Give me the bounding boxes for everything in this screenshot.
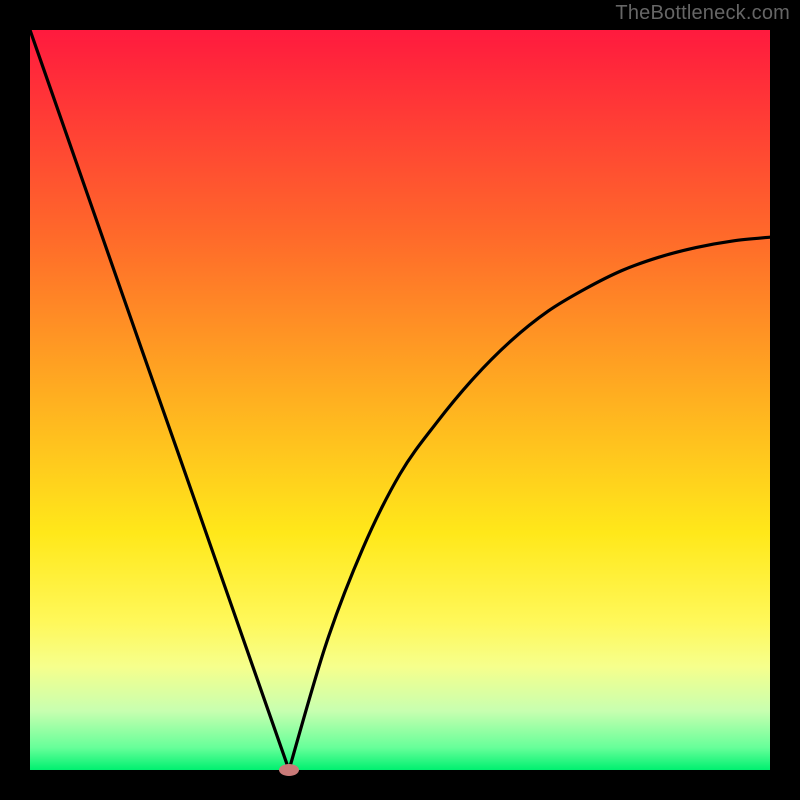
chart-stage: TheBottleneck.com — [0, 0, 800, 800]
watermark-text: TheBottleneck.com — [615, 2, 790, 25]
bottleneck-curve — [30, 30, 770, 770]
plot-area — [30, 30, 770, 770]
minimum-marker — [279, 764, 299, 776]
